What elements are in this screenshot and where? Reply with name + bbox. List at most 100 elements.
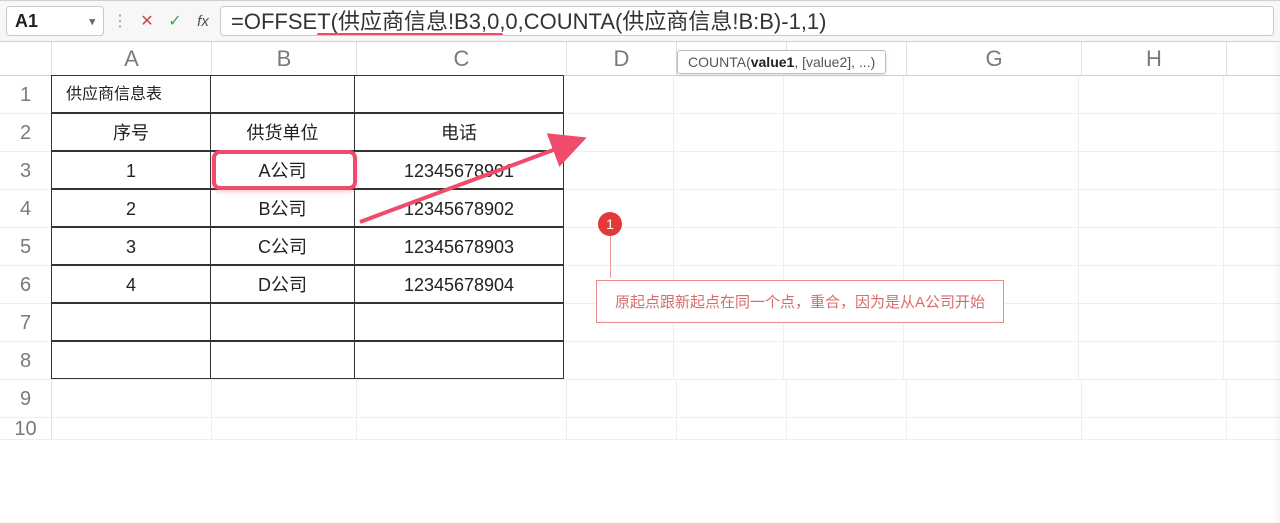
cell-B6[interactable]: D公司 [210,265,355,303]
cell-H3[interactable] [1079,152,1224,189]
cell-D3[interactable] [564,152,674,189]
row-9: 9 [0,380,1280,418]
cell-A4[interactable]: 2 [51,189,211,227]
cell-H10[interactable] [1082,418,1227,439]
cell-D1[interactable] [564,76,674,113]
row-header-7[interactable]: 7 [0,304,52,341]
row-header-2[interactable]: 2 [0,114,52,151]
cell-E5[interactable] [674,228,784,265]
cell-C3[interactable]: 12345678901 [354,151,564,189]
row-3: 3 1 A公司 12345678901 [0,152,1280,190]
cell-H5[interactable] [1079,228,1224,265]
column-headers: A B C D E F G H [0,42,1280,76]
cell-G8[interactable] [904,342,1079,379]
row-header-1[interactable]: 1 [0,76,52,113]
row-header-5[interactable]: 5 [0,228,52,265]
row-header-9[interactable]: 9 [0,380,52,417]
cell-D8[interactable] [564,342,674,379]
cell-B3[interactable]: A公司 [210,151,355,189]
col-header-C[interactable]: C [357,42,567,75]
cell-E2[interactable] [674,114,784,151]
cell-G4[interactable] [904,190,1079,227]
cell-C4[interactable]: 12345678902 [354,189,564,227]
cell-C5[interactable]: 12345678903 [354,227,564,265]
cell-H2[interactable] [1079,114,1224,151]
formula-input[interactable]: =OFFSET(供应商信息!B3,0,0,COUNTA(供应商信息!B:B)-1… [220,6,1274,36]
cell-D9[interactable] [567,380,677,417]
cell-B4[interactable]: B公司 [210,189,355,227]
cell-G2[interactable] [904,114,1079,151]
cell-H6[interactable] [1079,266,1224,303]
cell-H7[interactable] [1079,304,1224,341]
col-header-A[interactable]: A [52,42,212,75]
cell-F10[interactable] [787,418,907,439]
col-header-D[interactable]: D [567,42,677,75]
row-header-8[interactable]: 8 [0,342,52,379]
cell-C2[interactable]: 电话 [354,113,564,151]
name-box[interactable]: A1 ▾ [6,6,104,36]
row-header-6[interactable]: 6 [0,266,52,303]
row-2: 2 序号 供货单位 电话 [0,114,1280,152]
cell-B8[interactable] [210,341,355,379]
cell-E4[interactable] [674,190,784,227]
cell-D10[interactable] [567,418,677,439]
col-header-B[interactable]: B [212,42,357,75]
cell-B2[interactable]: 供货单位 [210,113,355,151]
cell-A6[interactable]: 4 [51,265,211,303]
cell-H4[interactable] [1079,190,1224,227]
cell-C10[interactable] [357,418,567,439]
cell-B5[interactable]: C公司 [210,227,355,265]
cell-E8[interactable] [674,342,784,379]
cell-E1[interactable] [674,76,784,113]
cell-G3[interactable] [904,152,1079,189]
cell-F8[interactable] [784,342,904,379]
cell-F3[interactable] [784,152,904,189]
cell-D2[interactable] [564,114,674,151]
cell-A8[interactable] [51,341,211,379]
cell-B7[interactable] [210,303,355,341]
cell-D5[interactable] [564,228,674,265]
cell-F2[interactable] [784,114,904,151]
chevron-down-icon: ▾ [89,15,95,28]
accept-formula-button[interactable]: ✓ [164,8,186,34]
row-header-3[interactable]: 3 [0,152,52,189]
cancel-formula-button[interactable]: ✕ [136,8,158,34]
row-header-4[interactable]: 4 [0,190,52,227]
cell-C1[interactable] [354,75,564,113]
cell-B1[interactable] [210,75,355,113]
cell-E3[interactable] [674,152,784,189]
cell-A5[interactable]: 3 [51,227,211,265]
cell-H1[interactable] [1079,76,1224,113]
cell-C7[interactable] [354,303,564,341]
select-all-corner[interactable] [0,42,52,75]
cell-G1[interactable] [904,76,1079,113]
cell-A10[interactable] [52,418,212,439]
col-header-H[interactable]: H [1082,42,1227,75]
cell-F5[interactable] [784,228,904,265]
cell-F9[interactable] [787,380,907,417]
row-header-10[interactable]: 10 [0,418,52,439]
row-4: 4 2 B公司 12345678902 [0,190,1280,228]
fx-icon[interactable]: fx [192,8,214,34]
cell-F1[interactable] [784,76,904,113]
cell-B10[interactable] [212,418,357,439]
cell-G5[interactable] [904,228,1079,265]
cell-H8[interactable] [1079,342,1224,379]
cell-C9[interactable] [357,380,567,417]
cell-A3[interactable]: 1 [51,151,211,189]
cell-G9[interactable] [907,380,1082,417]
cell-C8[interactable] [354,341,564,379]
cell-B9[interactable] [212,380,357,417]
cell-A7[interactable] [51,303,211,341]
cell-C6[interactable]: 12345678904 [354,265,564,303]
cell-F4[interactable] [784,190,904,227]
cell-A9[interactable] [52,380,212,417]
cell-H9[interactable] [1082,380,1227,417]
col-header-G[interactable]: G [907,42,1082,75]
cell-A2[interactable]: 序号 [51,113,211,151]
cell-E10[interactable] [677,418,787,439]
tooltip-rest: , [value2], ...) [794,54,875,70]
cell-E9[interactable] [677,380,787,417]
cell-G10[interactable] [907,418,1082,439]
cell-A1[interactable]: 供应商信息表 [51,75,211,113]
